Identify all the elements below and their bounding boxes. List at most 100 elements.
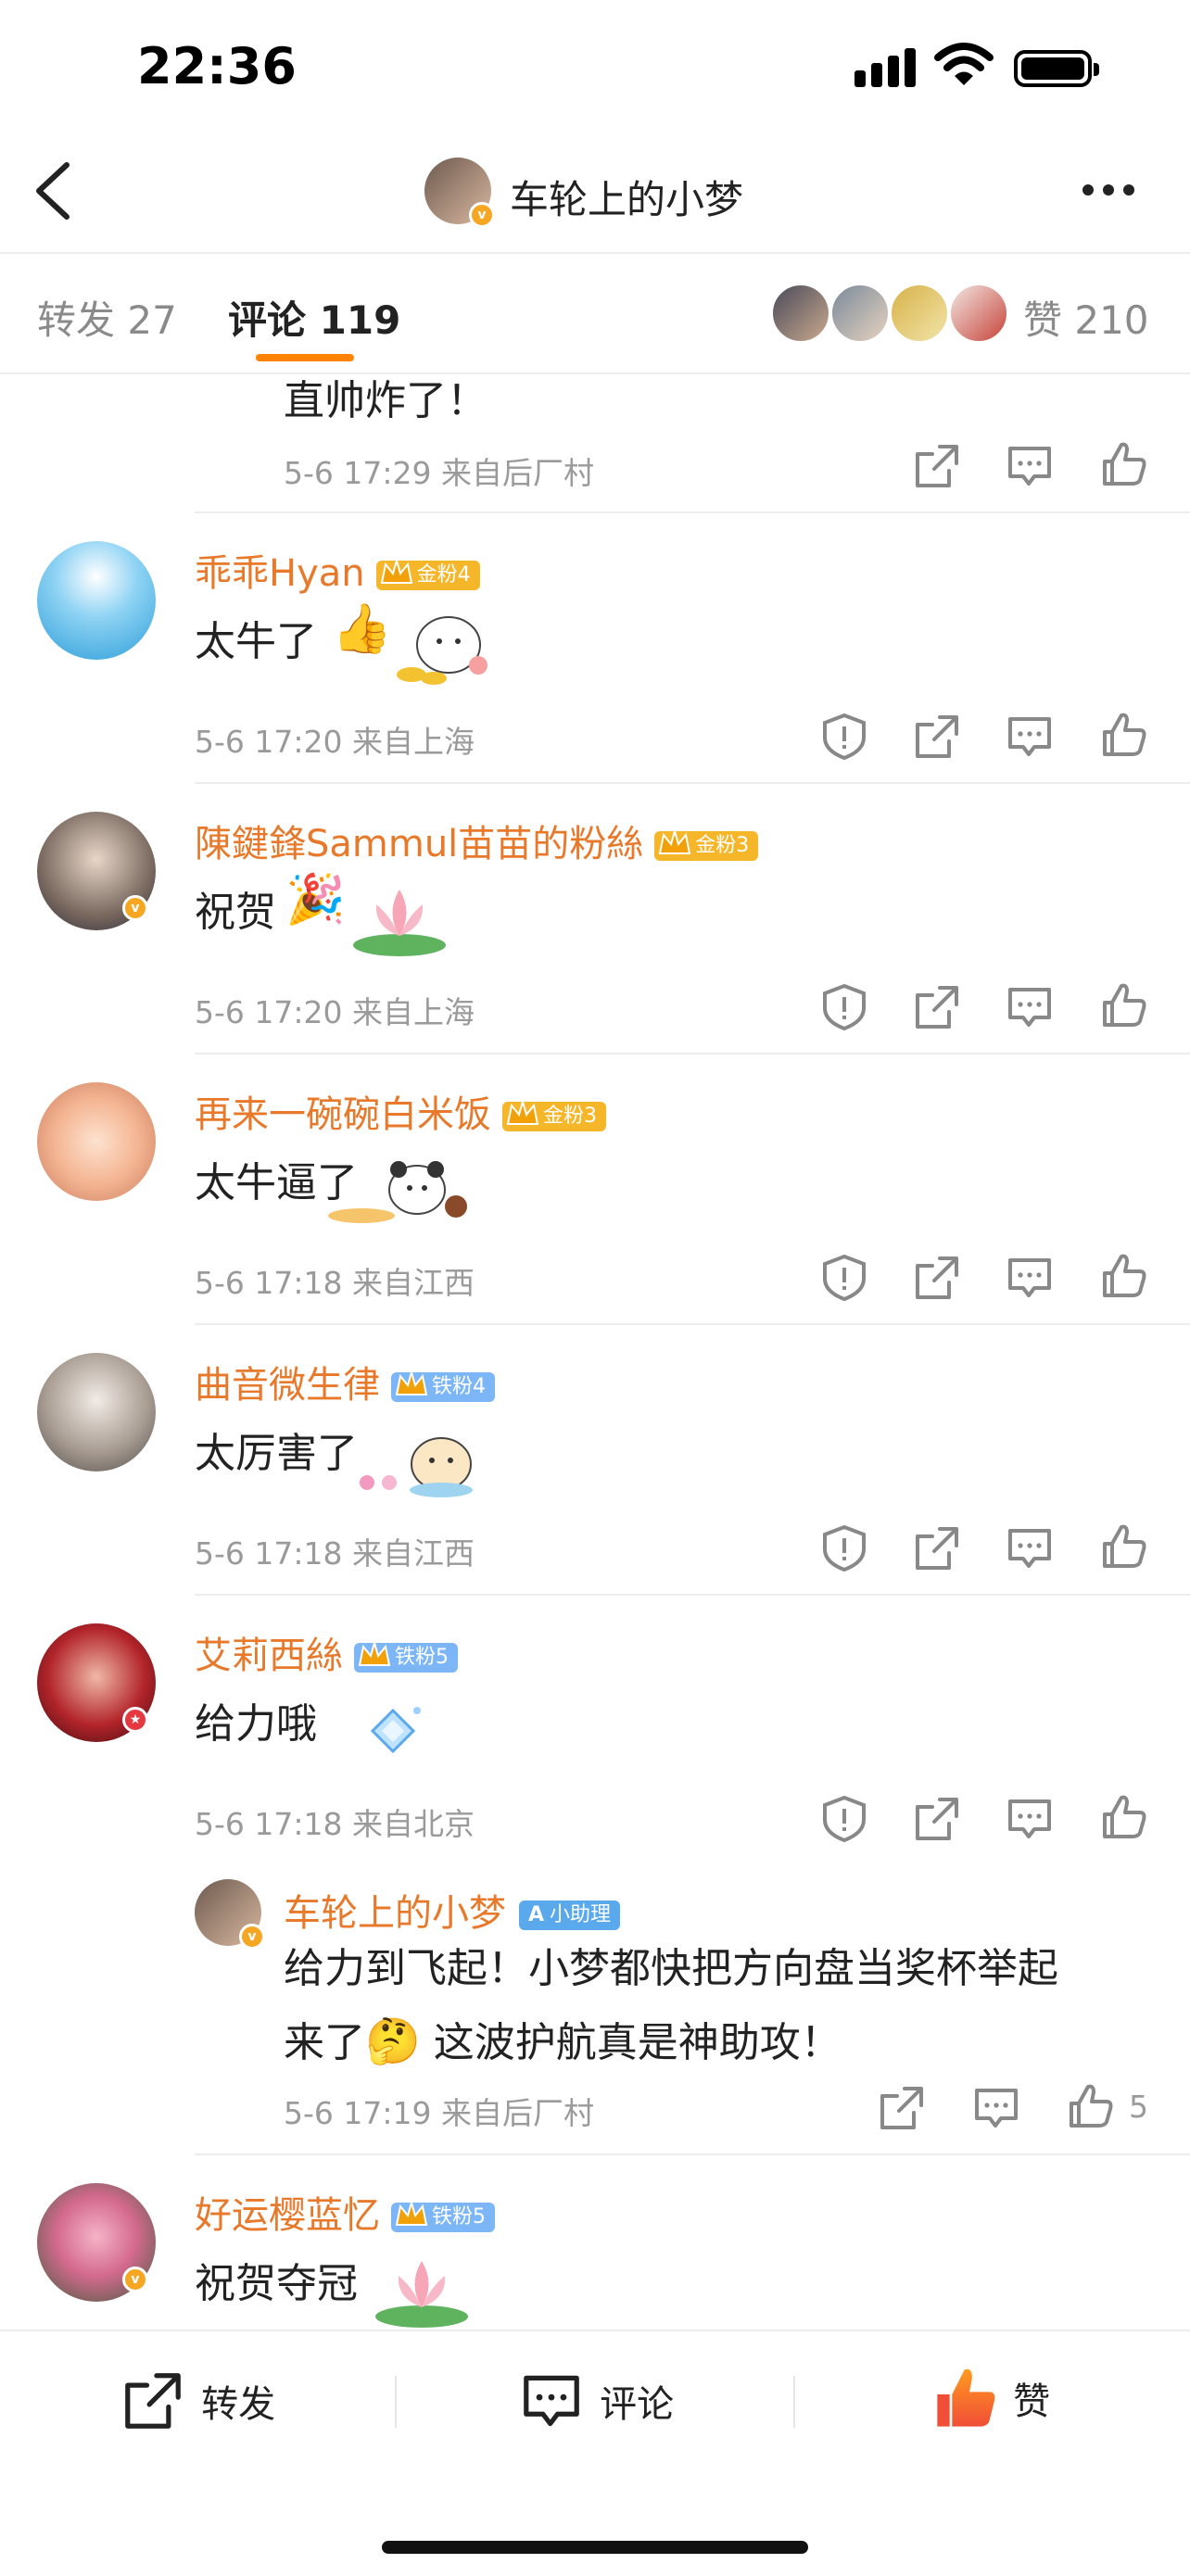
like-icon[interactable] bbox=[1099, 710, 1149, 760]
share-icon[interactable] bbox=[912, 1794, 962, 1844]
verified-badge-icon: v bbox=[122, 895, 148, 921]
fan-badge: 铁粉5 bbox=[354, 1639, 458, 1673]
tabs-divider bbox=[0, 373, 1190, 374]
bottom-separator bbox=[395, 2376, 397, 2428]
more-options-icon[interactable] bbox=[1082, 182, 1144, 199]
comment-icon[interactable] bbox=[1005, 1794, 1055, 1844]
bottom-repost-label: 转发 bbox=[201, 2383, 276, 2426]
share-icon[interactable] bbox=[912, 1523, 962, 1573]
row-divider bbox=[195, 2153, 1190, 2155]
comment-username[interactable]: 曲音微生律 铁粉4 bbox=[195, 1355, 495, 1408]
report-icon[interactable] bbox=[819, 1253, 869, 1303]
comment-meta: 5-6 17:18 来自江西 bbox=[195, 1535, 475, 1572]
comment-text: 太牛了 bbox=[195, 618, 317, 665]
share-icon[interactable] bbox=[877, 2083, 927, 2133]
wifi-icon bbox=[934, 43, 994, 85]
reply-meta: 5-6 17:19 来自后厂村 bbox=[284, 2095, 594, 2131]
comment-meta: 5-6 17:20 来自上海 bbox=[195, 994, 475, 1030]
comment-icon[interactable] bbox=[1005, 1523, 1055, 1573]
comment-icon[interactable] bbox=[971, 2083, 1021, 2133]
comment-icon[interactable] bbox=[1005, 441, 1055, 491]
bottom-separator bbox=[793, 2376, 795, 2428]
thinking-emoji-icon: 🤔 bbox=[365, 2015, 421, 2067]
assistant-badge: A 小助理 bbox=[519, 1900, 621, 1930]
cellular-signal-icon bbox=[855, 48, 916, 87]
comment-bubble-icon bbox=[524, 2375, 579, 2427]
fan-badge: 铁粉5 bbox=[391, 2199, 495, 2232]
comment-username[interactable]: 陳鍵鋒Sammul苗苗的粉絲 金粉3 bbox=[195, 814, 759, 867]
share-icon[interactable] bbox=[912, 712, 962, 762]
comment-username[interactable]: 再来一碗碗白米饭 金粉3 bbox=[195, 1084, 606, 1138]
back-arrow-icon[interactable] bbox=[26, 158, 82, 224]
comment-text: 祝贺 bbox=[195, 889, 276, 936]
share-icon[interactable] bbox=[912, 982, 962, 1032]
nav-title[interactable]: 车轮上的小梦 bbox=[510, 169, 743, 225]
liker-avatar bbox=[771, 284, 830, 343]
comment-avatar[interactable] bbox=[37, 1353, 156, 1471]
reply-text: 给力到飞起！小梦都快把方向盘当奖杯举起 来了🤔 这波护航真是神助攻！ bbox=[284, 1945, 1058, 2067]
tab-repost[interactable]: 转发 27 bbox=[37, 289, 177, 346]
like-icon[interactable] bbox=[1099, 1251, 1149, 1301]
status-time: 22:36 bbox=[137, 37, 297, 95]
report-icon[interactable] bbox=[819, 712, 869, 762]
tab-comment[interactable]: 评论 119 bbox=[228, 289, 400, 346]
comment-icon[interactable] bbox=[1005, 982, 1055, 1032]
member-badge-icon: ★ bbox=[122, 1707, 148, 1733]
party-popper-emoji-icon: 🎉 bbox=[285, 872, 346, 928]
verified-badge-icon: v bbox=[469, 202, 495, 228]
row-divider bbox=[195, 782, 1190, 784]
bottom-like-button[interactable]: 赞 bbox=[932, 2365, 1050, 2431]
like-icon[interactable] bbox=[1099, 980, 1149, 1030]
report-icon[interactable] bbox=[819, 1523, 869, 1573]
comment-text: 直帅炸了！ bbox=[284, 377, 487, 424]
comment-text: 祝贺夺冠 bbox=[195, 2260, 358, 2307]
bottom-repost-button[interactable]: 转发 bbox=[120, 2368, 275, 2433]
comment-avatar[interactable] bbox=[37, 541, 156, 660]
nav-divider bbox=[0, 252, 1190, 254]
cat-flowers-sticker-icon bbox=[360, 1437, 473, 1497]
comment-icon[interactable] bbox=[1005, 712, 1055, 762]
tab-like[interactable]: 赞 210 bbox=[1023, 289, 1149, 346]
comment-meta: 5-6 17:18 来自北京 bbox=[195, 1806, 475, 1842]
like-icon[interactable] bbox=[1066, 2081, 1116, 2131]
comment-text: 给力哦 bbox=[195, 1700, 317, 1748]
comment-text: 太厉害了 bbox=[195, 1430, 358, 1477]
liker-avatar bbox=[890, 284, 949, 343]
row-divider bbox=[195, 1323, 1190, 1325]
reply-like-count: 5 bbox=[1129, 2089, 1148, 2125]
row-divider bbox=[195, 511, 1190, 513]
bottom-like-label: 赞 bbox=[1013, 2380, 1051, 2423]
liker-avatar bbox=[949, 284, 1008, 343]
like-icon[interactable] bbox=[1099, 1522, 1149, 1572]
diamond-sticker-icon bbox=[370, 1707, 421, 1754]
home-indicator[interactable] bbox=[382, 2541, 808, 2554]
verified-badge-icon: v bbox=[122, 2267, 148, 2292]
row-divider bbox=[195, 1053, 1190, 1054]
report-icon[interactable] bbox=[819, 982, 869, 1032]
lucky-cat-sticker-icon bbox=[397, 616, 487, 685]
bottom-comment-label: 评论 bbox=[600, 2383, 675, 2426]
bottom-comment-button[interactable]: 评论 bbox=[519, 2368, 674, 2433]
reply-username[interactable]: 车轮上的小梦 A 小助理 bbox=[284, 1883, 621, 1937]
comment-icon[interactable] bbox=[1005, 1253, 1055, 1303]
battery-icon bbox=[1014, 50, 1099, 87]
comment-meta: 5-6 17:29 来自后厂村 bbox=[284, 455, 594, 491]
comment-username[interactable]: 艾莉西絲 铁粉5 bbox=[195, 1625, 458, 1679]
report-icon[interactable] bbox=[819, 1794, 869, 1844]
like-icon[interactable] bbox=[1099, 439, 1149, 489]
comment-meta: 5-6 17:18 来自江西 bbox=[195, 1265, 475, 1301]
ai-icon: A bbox=[528, 1903, 545, 1926]
verified-badge-icon: v bbox=[239, 1924, 265, 1950]
share-icon[interactable] bbox=[912, 1253, 962, 1303]
lotus-sticker-icon bbox=[375, 2261, 468, 2328]
fan-badge: 金粉3 bbox=[654, 827, 759, 861]
comment-username[interactable]: 好运樱蓝忆 铁粉5 bbox=[195, 2185, 495, 2239]
panda-sticker-icon bbox=[328, 1161, 467, 1223]
fan-badge: 铁粉4 bbox=[391, 1369, 495, 1402]
comment-avatar[interactable] bbox=[37, 1082, 156, 1201]
like-icon[interactable] bbox=[1099, 1792, 1149, 1842]
comment-username[interactable]: 乖乖Hyan 金粉4 bbox=[195, 543, 480, 597]
row-divider bbox=[195, 1594, 1190, 1596]
share-icon[interactable] bbox=[912, 441, 962, 491]
tab-active-indicator bbox=[256, 354, 354, 361]
